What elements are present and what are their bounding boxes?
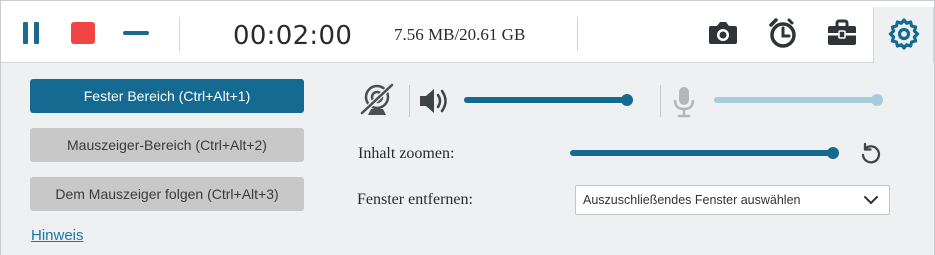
fixed-area-button[interactable]: Fester Bereich (Ctrl+Alt+1) (30, 79, 304, 113)
reset-zoom-button[interactable] (859, 142, 883, 166)
toolbar-divider (577, 17, 578, 51)
toolbox-button[interactable] (822, 13, 862, 53)
recording-timer: 00:02:00 (233, 21, 353, 51)
webcam-off-icon (360, 83, 394, 115)
pause-button[interactable] (15, 17, 47, 49)
toolbar-divider (179, 17, 180, 51)
follow-mouse-button[interactable]: Dem Mauszeiger folgen (Ctrl+Alt+3) (30, 177, 304, 211)
slider-handle[interactable] (827, 147, 839, 159)
reset-icon (861, 142, 881, 164)
file-size-readout: 7.56 MB/20.61 GB (394, 25, 526, 44)
recorder-window: 00:02:00 7.56 MB/20.61 GB Fester Bereich… (0, 0, 935, 255)
dropdown-value: Auszuschließendes Fenster auswählen (583, 193, 801, 207)
hint-link[interactable]: Hinweis (31, 227, 84, 244)
chevron-down-icon (864, 196, 878, 204)
mouse-area-button[interactable]: Mauszeiger-Bereich (Ctrl+Alt+2) (30, 128, 304, 162)
settings-tab[interactable] (873, 7, 934, 64)
zoom-label: Inhalt zoomen: (358, 145, 455, 162)
recording-toolbar: 00:02:00 7.56 MB/20.61 GB (1, 1, 934, 64)
schedule-clock-icon (769, 18, 796, 48)
panel-divider (660, 85, 661, 117)
microphone-button[interactable] (671, 85, 697, 119)
panel-divider (409, 85, 410, 117)
webcam-off-button[interactable] (358, 82, 396, 118)
settings-gear-icon (888, 18, 920, 50)
minimize-icon (123, 31, 149, 35)
stop-button[interactable] (67, 17, 99, 49)
toolbox-icon (828, 19, 856, 45)
microphone-volume-slider[interactable] (714, 91, 883, 109)
schedule-button[interactable] (762, 13, 802, 53)
system-volume-slider[interactable] (464, 91, 633, 109)
speaker-icon (420, 89, 447, 113)
pause-icon (23, 22, 28, 44)
microphone-icon (673, 87, 695, 118)
exclude-window-dropdown[interactable]: Auszuschließendes Fenster auswählen (575, 185, 890, 215)
slider-handle[interactable] (871, 94, 883, 106)
minimize-button[interactable] (120, 17, 152, 49)
camera-icon (709, 22, 737, 44)
screenshot-button[interactable] (703, 13, 743, 53)
slider-handle[interactable] (621, 94, 633, 106)
exclude-window-label: Fenster entfernen: (357, 191, 473, 208)
system-audio-button[interactable] (418, 87, 450, 115)
stop-icon (71, 22, 95, 44)
zoom-slider[interactable] (570, 144, 839, 162)
settings-panel: Fester Bereich (Ctrl+Alt+1) Mauszeiger-B… (1, 63, 934, 255)
